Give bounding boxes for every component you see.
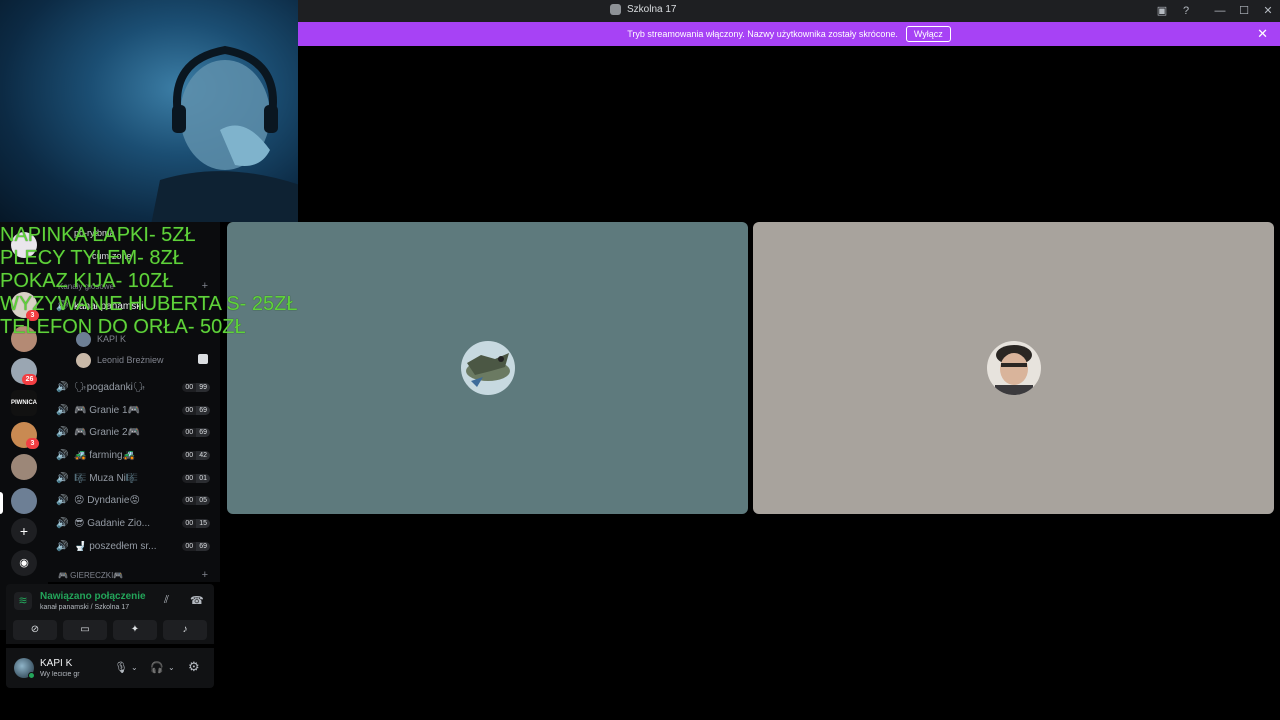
add-channel-icon[interactable]: + xyxy=(202,569,208,581)
voice-channel-label: 😡 Dyndanie😡 xyxy=(74,494,140,506)
webcam-person-image xyxy=(151,45,298,222)
speaker-icon: 🔊 xyxy=(56,472,69,484)
chevron-down-icon[interactable]: ⌄ xyxy=(168,663,175,672)
speaker-icon: 🔊 xyxy=(56,540,69,552)
voice-channel-label: 🗣pogadanki🗣 xyxy=(74,381,146,393)
signal-icon[interactable]: ≋ xyxy=(14,592,32,610)
speaker-icon: 🔊 xyxy=(56,494,69,506)
online-status-icon xyxy=(28,672,35,679)
discover-icon[interactable]: ◉ xyxy=(11,550,37,576)
video-tile-leonid[interactable] xyxy=(753,222,1274,514)
overlay-line: WYZYWANIE HUBERTA S- 25ZŁ xyxy=(0,293,298,315)
voice-channel[interactable]: 🔊 🎮 Granie 1🎮 00 69 xyxy=(56,400,210,420)
headphones-icon[interactable]: 🎧 xyxy=(150,661,164,674)
user-limit-badge: 00 01 xyxy=(182,473,210,483)
window-title: Szkolna 17 xyxy=(610,4,676,15)
voice-channel[interactable]: 🔊 🎮 Granie 2🎮 00 69 xyxy=(56,422,210,442)
disconnect-icon[interactable]: ☎ xyxy=(190,594,204,607)
add-server-icon[interactable]: + xyxy=(11,518,37,544)
voice-channel[interactable]: 🔊 😡 Dyndanie😡 00 05 xyxy=(56,490,210,510)
user-limit-badge: 00 42 xyxy=(182,450,210,460)
window-title-text: Szkolna 17 xyxy=(627,4,677,15)
activity-icon xyxy=(198,354,208,364)
notification-badge: 3 xyxy=(26,438,39,449)
server-icon xyxy=(610,4,621,15)
server-icon-piwnica[interactable]: PIWNICA xyxy=(11,390,37,416)
banner-text: Tryb streamowania włączony. Nazwy użytko… xyxy=(627,29,898,39)
overlay-line: POKAZ KIJA- 10ZŁ xyxy=(0,270,174,292)
settings-gear-icon[interactable]: ⚙ xyxy=(188,659,200,675)
voice-channel-label: 🎼 Muza Ni🎼 xyxy=(74,472,139,484)
voice-channel-label: 🎮 Granie 1🎮 xyxy=(74,404,141,416)
stream-price-overlay: NAPINKA ŁAPKI- 5ZŁ PLECY TYLEM- 8ZŁ POKA… xyxy=(0,224,300,339)
inbox-icon[interactable]: ▣ xyxy=(1154,3,1170,19)
selected-server-pill xyxy=(0,492,3,514)
user-limit-badge: 00 15 xyxy=(182,518,210,528)
user-panel: KAPI K Wy lecicie gr 🎙 ⌄ 🎧 ⌄ ⚙ xyxy=(6,648,214,688)
close-icon[interactable]: ✕ xyxy=(1257,26,1268,42)
voice-user[interactable]: Leonid Breżniew xyxy=(76,352,164,368)
server-icon[interactable] xyxy=(11,454,37,480)
overlay-line: PLECY TYLEM- 8ZŁ xyxy=(0,247,184,269)
custom-status: Wy lecicie gr xyxy=(40,671,80,678)
speaker-icon: 🔊 xyxy=(56,426,69,438)
connection-channel[interactable]: kanał panamski / Szkolna 17 xyxy=(40,604,129,611)
speaker-icon: 🔊 xyxy=(56,404,69,416)
soundboard-icon[interactable]: ♪ xyxy=(163,620,207,640)
speaker-icon: 🔊 xyxy=(56,381,69,393)
avatar xyxy=(76,352,91,368)
user-limit-badge: 00 69 xyxy=(182,427,210,437)
avatar xyxy=(461,341,515,395)
games-category[interactable]: 🎮 GIERECZKI🎮 xyxy=(58,571,123,580)
video-tile-kapi[interactable] xyxy=(227,222,748,514)
avatar xyxy=(987,341,1041,395)
microphone-icon[interactable]: 🎙 xyxy=(114,661,128,674)
user-limit-badge: 00 05 xyxy=(182,495,210,505)
voice-channel-label: 🚽 poszedłem sr... xyxy=(74,540,157,552)
user-name: KAPI K xyxy=(40,658,73,669)
screen-share-icon[interactable]: ▭ xyxy=(63,620,107,640)
voice-channel-label: 😎 Gadanie Zio... xyxy=(74,517,151,529)
user-limit-badge: 00 69 xyxy=(182,541,210,551)
voice-channel[interactable]: 🔊 🎼 Muza Ni🎼 00 01 xyxy=(56,468,210,488)
webcam-overlay xyxy=(0,0,298,222)
connection-status[interactable]: Nawiązano połączenie xyxy=(40,591,146,602)
close-icon[interactable]: ✕ xyxy=(1260,3,1276,19)
user-limit-badge: 00 69 xyxy=(182,405,210,415)
camera-off-icon[interactable]: ⊘ xyxy=(13,620,57,640)
user-limit-badge: 00 99 xyxy=(182,382,210,392)
voice-user-name: Leonid Breżniew xyxy=(97,355,164,365)
app-window: Szkolna 17 ▣ ? — ☐ ✕ Tryb streamowania w… xyxy=(0,0,1280,720)
minimize-icon[interactable]: — xyxy=(1212,3,1228,19)
overlay-line: NAPINKA ŁAPKI- 5ZŁ xyxy=(0,224,196,246)
help-icon[interactable]: ? xyxy=(1178,3,1194,19)
activity-icon[interactable]: ✦ xyxy=(113,620,157,640)
voice-channel[interactable]: 🔊 🗣pogadanki🗣 00 99 xyxy=(56,377,210,397)
voice-channel[interactable]: 🔊 🚜 farming🚜 00 42 xyxy=(56,445,210,465)
voice-channel[interactable]: 🔊 🚽 poszedłem sr... 00 69 xyxy=(56,536,210,556)
maximize-icon[interactable]: ☐ xyxy=(1236,3,1252,19)
disable-streamer-mode-button[interactable]: Wyłącz xyxy=(905,26,951,42)
voice-connection-panel: ≋ Nawiązano połączenie kanał panamski / … xyxy=(6,584,214,644)
chevron-down-icon[interactable]: ⌄ xyxy=(131,663,138,672)
overlay-line: TELEFON DO ORŁA- 50ZŁ xyxy=(0,316,246,338)
speaker-icon: 🔊 xyxy=(56,517,69,529)
speaker-icon: 🔊 xyxy=(56,449,69,461)
voice-channel-label: 🚜 farming🚜 xyxy=(74,449,136,461)
noise-suppression-icon[interactable]: ⫽ xyxy=(164,594,169,607)
voice-channel[interactable]: 🔊 😎 Gadanie Zio... 00 15 xyxy=(56,513,210,533)
voice-channel-label: 🎮 Granie 2🎮 xyxy=(74,426,141,438)
notification-badge: 26 xyxy=(22,374,37,385)
streamer-mode-banner: Tryb streamowania włączony. Nazwy użytko… xyxy=(298,22,1280,46)
server-icon-szkolna[interactable] xyxy=(11,488,37,514)
title-bar: Szkolna 17 ▣ ? — ☐ ✕ xyxy=(298,0,1280,22)
